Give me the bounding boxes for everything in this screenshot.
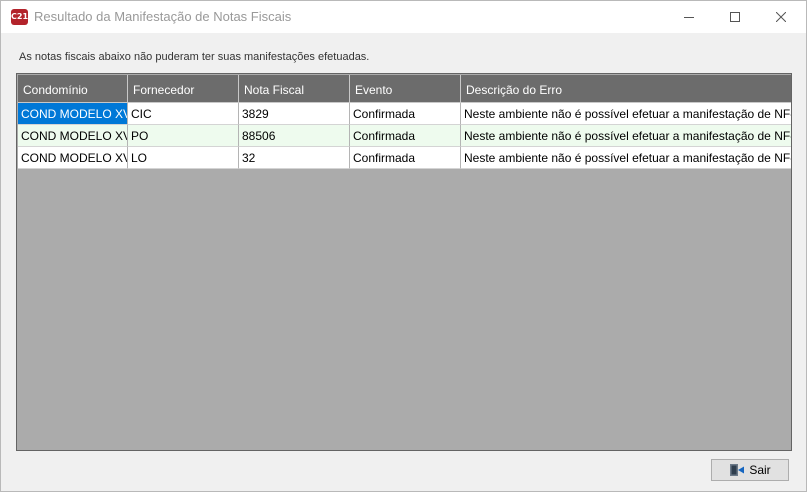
cell-nota-fiscal[interactable]: 3829	[239, 103, 350, 125]
maximize-icon	[730, 12, 740, 22]
cell-descricao-erro[interactable]: Neste ambiente não é possível efetuar a …	[461, 125, 791, 147]
cell-nota-fiscal[interactable]: 32	[239, 147, 350, 169]
exit-button[interactable]: Sair	[711, 459, 789, 481]
column-header-evento[interactable]: Evento	[350, 75, 461, 103]
minimize-icon	[684, 17, 694, 18]
column-header-condominio[interactable]: Condomínio	[18, 75, 128, 103]
cell-descricao-erro[interactable]: Neste ambiente não é possível efetuar a …	[461, 147, 791, 169]
cell-condominio[interactable]: COND MODELO XV	[18, 147, 128, 169]
table-row[interactable]: COND MODELO XV PO 88506 Confirmada Neste…	[18, 125, 791, 147]
cell-evento[interactable]: Confirmada	[350, 125, 461, 147]
table-row[interactable]: COND MODELO XVI CIC 3829 Confirmada Nest…	[18, 103, 791, 125]
cell-descricao-erro[interactable]: Neste ambiente não é possível efetuar a …	[461, 103, 791, 125]
dialog-window: C21 Resultado da Manifestação de Notas F…	[0, 0, 807, 492]
grid-header: Condomínio Fornecedor Nota Fiscal Evento…	[18, 75, 791, 103]
column-header-fornecedor[interactable]: Fornecedor	[128, 75, 239, 103]
app-logo-icon: C21	[11, 9, 28, 25]
close-icon	[776, 12, 786, 22]
minimize-button[interactable]	[666, 1, 712, 33]
info-message: As notas fiscais abaixo não puderam ter …	[19, 51, 370, 63]
exit-button-label: Sair	[749, 463, 771, 477]
column-header-nota-fiscal[interactable]: Nota Fiscal	[239, 75, 350, 103]
cell-condominio[interactable]: COND MODELO XV	[18, 125, 128, 147]
cell-evento[interactable]: Confirmada	[350, 103, 461, 125]
cell-evento[interactable]: Confirmada	[350, 147, 461, 169]
cell-fornecedor[interactable]: PO	[128, 125, 239, 147]
maximize-button[interactable]	[712, 1, 758, 33]
table-row[interactable]: COND MODELO XV LO 32 Confirmada Neste am…	[18, 147, 791, 169]
exit-door-icon	[730, 464, 745, 476]
cell-nota-fiscal[interactable]: 88506	[239, 125, 350, 147]
column-header-descricao-erro[interactable]: Descrição do Erro	[461, 75, 791, 103]
title-bar[interactable]: C21 Resultado da Manifestação de Notas F…	[1, 1, 806, 33]
cell-condominio[interactable]: COND MODELO XVI	[18, 103, 128, 125]
cell-fornecedor[interactable]: CIC	[128, 103, 239, 125]
results-grid[interactable]: Condomínio Fornecedor Nota Fiscal Evento…	[16, 73, 792, 451]
window-title: Resultado da Manifestação de Notas Fisca…	[34, 9, 292, 24]
cell-fornecedor[interactable]: LO	[128, 147, 239, 169]
close-button[interactable]	[758, 1, 804, 33]
